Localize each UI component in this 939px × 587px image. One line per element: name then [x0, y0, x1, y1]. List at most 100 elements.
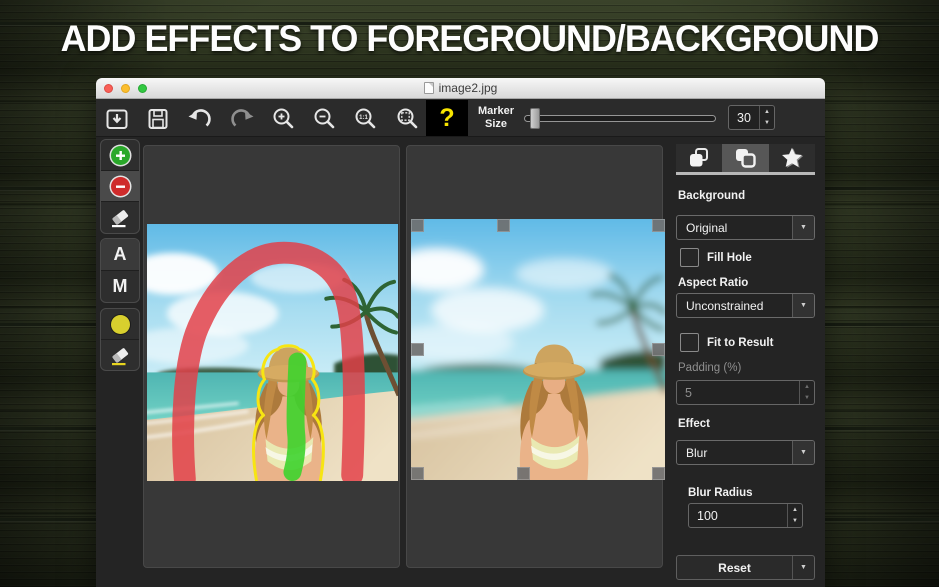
close-button[interactable] — [104, 84, 113, 93]
auto-mode-label: A — [114, 244, 127, 265]
padding-label: Padding (%) — [678, 362, 741, 374]
reset-button-label: Reset — [677, 556, 792, 579]
fill-marker-tool[interactable] — [101, 309, 139, 340]
background-dropdown-value: Original — [677, 216, 792, 239]
green-foreground-stroke — [292, 361, 297, 472]
zoom-actual-size-button[interactable]: 1:1 — [352, 105, 379, 132]
blur-radius-spinbox[interactable]: 100 ▲ ▼ — [688, 503, 803, 528]
zoom-in-icon — [271, 106, 297, 132]
aspect-ratio-dropdown-value: Unconstrained — [677, 294, 792, 317]
spin-down-icon[interactable]: ▼ — [800, 393, 814, 405]
marker-size-spin-arrows: ▲ ▼ — [759, 106, 774, 129]
background-dropdown[interactable]: Original ▼ — [676, 215, 815, 240]
effect-label: Effect — [678, 418, 710, 430]
minus-icon — [111, 177, 130, 196]
foreground-marker-tool[interactable] — [101, 140, 139, 171]
chevron-down-icon[interactable]: ▼ — [792, 441, 814, 464]
chevron-down-icon[interactable]: ▼ — [792, 556, 814, 579]
minimize-button[interactable] — [121, 84, 130, 93]
marker-size-value[interactable]: 30 — [729, 106, 759, 129]
fit-to-result-label: Fit to Result — [707, 337, 773, 349]
effect-dropdown-value: Blur — [677, 441, 792, 464]
crop-handle-top-right[interactable] — [652, 219, 665, 232]
marker-size-spinbox[interactable]: 30 ▲ ▼ — [728, 105, 775, 130]
spin-down-icon[interactable]: ▼ — [788, 516, 802, 528]
crop-handle-bottom-center[interactable] — [517, 467, 530, 480]
import-icon — [104, 106, 130, 132]
toolbar: 1:1 ? Marker Size 30 ▲ ▼ — [96, 99, 825, 137]
spin-down-icon[interactable]: ▼ — [760, 118, 774, 130]
plus-icon — [111, 146, 130, 165]
tab-foreground[interactable] — [676, 144, 722, 172]
result-image[interactable] — [411, 219, 665, 480]
marker-size-label: Marker Size — [474, 105, 518, 131]
source-image[interactable] — [147, 224, 398, 481]
tab-underline — [676, 172, 815, 175]
marker-eraser-tool[interactable] — [101, 202, 139, 233]
result-canvas-panel[interactable] — [406, 145, 663, 568]
marker-size-slider[interactable] — [524, 115, 716, 122]
tab-effects[interactable] — [769, 144, 815, 172]
crop-handle-top-left[interactable] — [411, 219, 424, 232]
chevron-down-icon[interactable]: ▼ — [792, 216, 814, 239]
tab-background[interactable] — [722, 144, 768, 172]
banner-title: ADD EFFECTS TO FOREGROUND/BACKGROUND — [14, 18, 925, 60]
crop-handle-top-center[interactable] — [497, 219, 510, 232]
fill-hole-checkbox[interactable] — [680, 248, 699, 267]
background-marker-tool[interactable] — [101, 171, 139, 202]
effect-dropdown[interactable]: Blur ▼ — [676, 440, 815, 465]
fill-hole-label: Fill Hole — [707, 252, 752, 264]
crop-handle-middle-right[interactable] — [652, 343, 665, 356]
padding-spinbox[interactable]: 5 ▲ ▼ — [676, 380, 815, 405]
manual-mode-label: M — [113, 276, 128, 297]
source-canvas-panel[interactable] — [143, 145, 400, 568]
chevron-down-icon[interactable]: ▼ — [792, 294, 814, 317]
help-button[interactable]: ? — [426, 100, 468, 136]
zoom-fit-icon — [395, 106, 421, 132]
zoom-out-icon — [312, 106, 338, 132]
padding-spin-arrows: ▲ ▼ — [799, 381, 814, 404]
spin-up-icon[interactable]: ▲ — [760, 106, 774, 118]
fill-color-icon — [111, 315, 130, 334]
auto-mode-tool[interactable]: A — [101, 239, 139, 271]
marker-size-slider-handle[interactable] — [530, 108, 540, 129]
fit-to-result-checkbox[interactable] — [680, 333, 699, 352]
crop-handle-middle-left[interactable] — [411, 343, 424, 356]
reset-button[interactable]: Reset ▼ — [676, 555, 815, 580]
background-label: Background — [678, 190, 745, 202]
import-button[interactable] — [103, 105, 130, 132]
zoom-out-button[interactable] — [311, 105, 338, 132]
settings-panel: Background Original ▼ Fill Hole Aspect R… — [674, 142, 817, 582]
save-button[interactable] — [144, 105, 171, 132]
undo-button[interactable] — [186, 105, 213, 132]
window-title: image2.jpg — [439, 81, 498, 95]
spin-up-icon[interactable]: ▲ — [800, 381, 814, 393]
padding-value[interactable]: 5 — [677, 381, 799, 404]
zoom-fit-button[interactable] — [394, 105, 421, 132]
aspect-ratio-dropdown[interactable]: Unconstrained ▼ — [676, 293, 815, 318]
manual-mode-tool[interactable]: M — [101, 271, 139, 302]
app-window: image2.jpg — [96, 78, 825, 587]
layers-filled-icon — [687, 146, 711, 170]
blur-radius-label: Blur Radius — [688, 487, 753, 499]
fill-eraser-tool[interactable] — [101, 340, 139, 371]
zoom-actual-icon: 1:1 — [353, 106, 379, 132]
save-icon — [145, 106, 171, 132]
marker-tool-group — [100, 139, 140, 234]
blur-radius-value[interactable]: 100 — [689, 504, 787, 527]
eraser-icon — [109, 206, 131, 229]
redo-button[interactable] — [228, 105, 255, 132]
fill-eraser-icon — [109, 344, 131, 367]
star-icon — [779, 145, 805, 171]
redo-icon — [229, 106, 255, 132]
document-icon — [424, 82, 434, 94]
window-title-group: image2.jpg — [424, 81, 498, 95]
traffic-lights — [104, 78, 147, 99]
zoom-window-button[interactable] — [138, 84, 147, 93]
title-bar[interactable]: image2.jpg — [96, 78, 825, 99]
crop-handle-bottom-left[interactable] — [411, 467, 424, 480]
crop-handle-bottom-right[interactable] — [652, 467, 665, 480]
spin-up-icon[interactable]: ▲ — [788, 504, 802, 516]
layers-outline-icon — [733, 146, 757, 170]
zoom-in-button[interactable] — [270, 105, 297, 132]
